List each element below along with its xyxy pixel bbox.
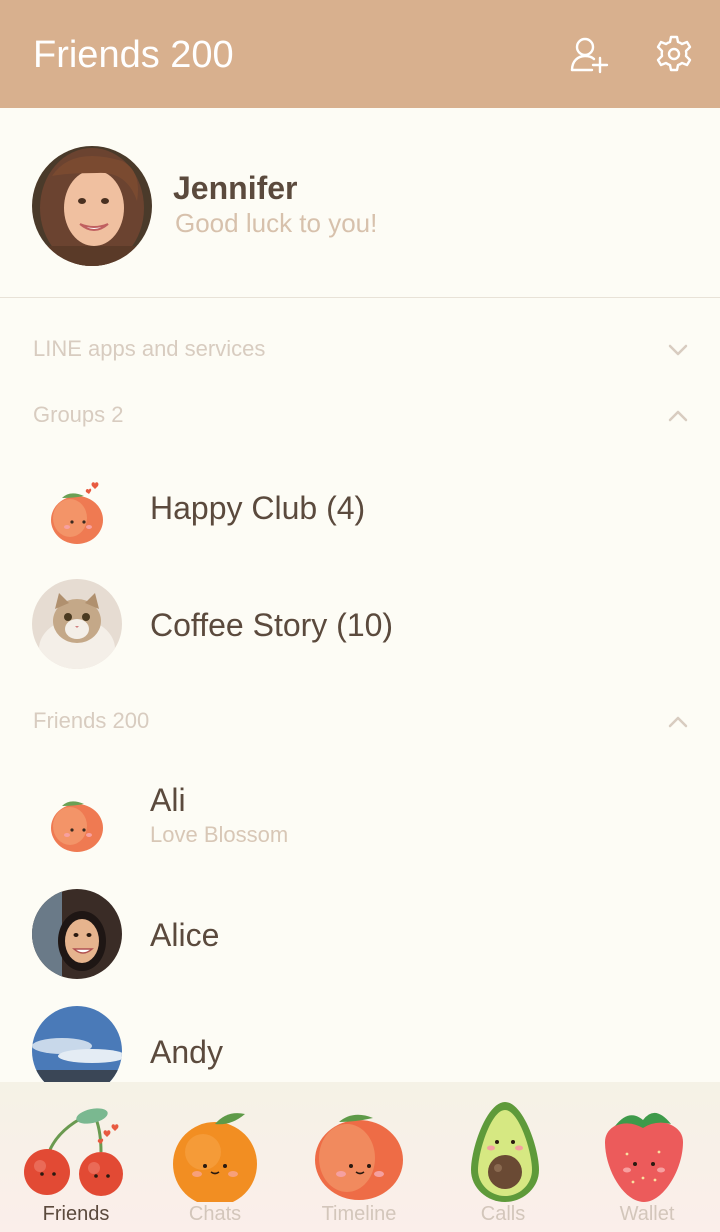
my-profile-row[interactable]: Jennifer Good luck to you! (0, 108, 720, 298)
tab-label: Timeline (321, 1203, 397, 1225)
add-friend-icon[interactable] (568, 34, 610, 76)
section-label: Groups 2 (33, 402, 124, 427)
list-item[interactable]: Ali Love Blossom (0, 762, 720, 872)
strawberry-icon (605, 1112, 683, 1202)
cherry-icon (24, 1108, 123, 1196)
section-label: Friends 200 (33, 708, 150, 733)
tab-calls[interactable]: Calls (431, 1082, 575, 1232)
avatar[interactable] (32, 146, 152, 266)
list-item[interactable]: Alice (0, 879, 720, 989)
tab-label: Friends (42, 1203, 110, 1225)
group-name: Happy Club (4) (150, 490, 366, 526)
section-label: LINE apps and services (33, 336, 266, 361)
peach-icon (315, 1114, 403, 1200)
tab-label: Chats (188, 1203, 242, 1225)
list-item[interactable]: Happy Club (4) (0, 454, 720, 564)
friend-name: Ali (150, 782, 186, 818)
peach-avatar (32, 464, 122, 554)
peach-avatar (32, 772, 122, 862)
photo-avatar (32, 889, 122, 979)
chevron-up-icon (668, 410, 688, 422)
avocado-icon (471, 1102, 539, 1202)
bottom-tab-bar: Friends Chats Timeline Calls Wallet (0, 1082, 720, 1232)
profile-status-message: Good luck to you! (175, 208, 378, 238)
friend-status: Love Blossom (150, 822, 289, 847)
chevron-down-icon (668, 344, 688, 356)
tab-timeline[interactable]: Timeline (287, 1082, 431, 1232)
page-title: Friends 200 (33, 34, 234, 76)
orange-icon (173, 1113, 257, 1202)
list-item[interactable]: Coffee Story (10) (0, 569, 720, 679)
tab-friends[interactable]: Friends (4, 1082, 148, 1232)
cat-avatar (32, 579, 122, 669)
gear-icon[interactable] (654, 34, 696, 76)
section-friends[interactable]: Friends 200 (0, 694, 720, 750)
tab-label: Wallet (619, 1203, 675, 1225)
profile-name: Jennifer (173, 170, 298, 206)
group-name: Coffee Story (10) (150, 607, 394, 643)
section-groups[interactable]: Groups 2 (0, 388, 720, 444)
top-bar: Friends 200 (0, 0, 720, 108)
chevron-up-icon (668, 716, 688, 728)
tab-wallet[interactable]: Wallet (575, 1082, 719, 1232)
friend-name: Alice (150, 917, 220, 953)
tab-label: Calls (480, 1203, 526, 1225)
tab-chats[interactable]: Chats (143, 1082, 287, 1232)
friend-name: Andy (150, 1034, 223, 1070)
section-line-apps[interactable]: LINE apps and services (0, 322, 720, 378)
